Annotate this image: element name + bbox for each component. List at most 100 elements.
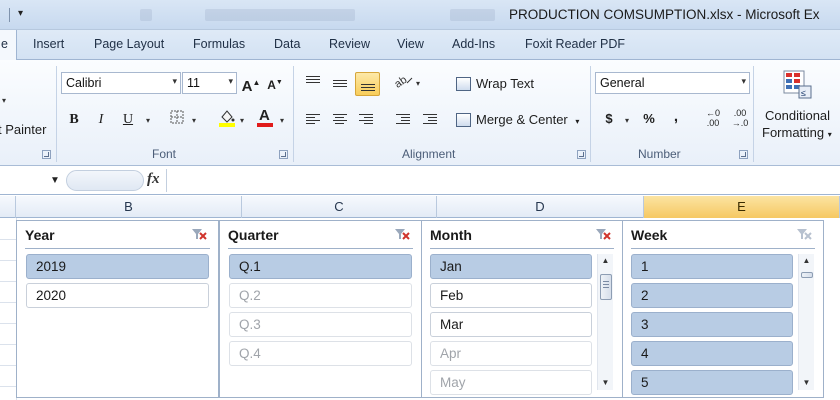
slicer-item[interactable]: 4 — [631, 341, 793, 366]
slicer-item[interactable]: Q.4 — [229, 341, 412, 366]
tab-home[interactable]: e — [0, 30, 17, 61]
column-header-a[interactable] — [0, 196, 16, 218]
align-center-button[interactable] — [329, 108, 351, 130]
slicer-divider — [631, 248, 815, 249]
tab-insert[interactable]: Insert — [33, 37, 64, 51]
percent-button[interactable]: % — [638, 108, 660, 130]
clear-filter-icon[interactable] — [796, 227, 812, 241]
chevron-down-icon: ▾ — [228, 76, 233, 86]
decrease-indent-button[interactable] — [392, 108, 414, 130]
wrap-text-button[interactable]: Wrap Text — [456, 76, 534, 91]
clipboard-launcher-icon[interactable] — [42, 150, 51, 159]
column-header-d[interactable]: D — [437, 196, 644, 218]
column-header-c[interactable]: C — [242, 196, 437, 218]
tab-view[interactable]: View — [397, 37, 424, 51]
scroll-up-icon[interactable]: ▲ — [598, 254, 613, 268]
orientation-button[interactable]: ab — [392, 72, 414, 94]
merge-center-button[interactable]: Merge & Center ▾ — [456, 112, 579, 127]
clear-filter-icon[interactable] — [595, 227, 611, 241]
slicer-item[interactable]: Mar — [430, 312, 592, 337]
shrink-font-button[interactable]: A▼ — [264, 72, 286, 94]
slicer-item[interactable]: 2 — [631, 283, 793, 308]
orientation-dropdown-icon[interactable]: ▾ — [416, 79, 420, 88]
clipboard-dropdown-icon[interactable]: ▾ — [2, 96, 6, 105]
fill-color-button[interactable] — [216, 107, 238, 129]
align-right-button[interactable] — [355, 108, 377, 130]
align-bottom-button[interactable] — [355, 72, 380, 96]
grow-font-button[interactable]: A▲ — [240, 72, 262, 95]
ghost-taskbar-title — [205, 9, 355, 21]
tab-formulas[interactable]: Formulas — [193, 37, 245, 51]
slicer-item[interactable]: Apr — [430, 341, 592, 366]
tab-page-layout[interactable]: Page Layout — [94, 37, 164, 51]
italic-button[interactable]: I — [90, 109, 112, 131]
font-color-button[interactable]: A — [254, 106, 276, 128]
tab-foxit-reader-pdf[interactable]: Foxit Reader PDF — [525, 37, 625, 51]
bold-button[interactable]: B — [63, 109, 85, 131]
slicer-item[interactable]: 1 — [631, 254, 793, 279]
chevron-down-icon: ▾ — [172, 76, 177, 86]
underline-dropdown-icon[interactable]: ▾ — [146, 116, 150, 125]
comma-style-button[interactable]: , — [665, 106, 687, 128]
borders-button[interactable] — [166, 109, 188, 131]
scrollbar-thumb[interactable] — [600, 274, 612, 300]
slicer-item[interactable]: 5 — [631, 370, 793, 395]
currency-dropdown-icon[interactable]: ▾ — [625, 116, 629, 125]
format-painter-button[interactable]: t Painter — [0, 122, 46, 137]
fill-color-dropdown-icon[interactable]: ▾ — [240, 116, 244, 125]
slicer-scrollbar[interactable]: ▲ ▼ — [597, 254, 613, 390]
clear-filter-icon[interactable] — [394, 227, 410, 241]
slicer-year[interactable]: Year 2019 2020 — [16, 220, 219, 398]
chevron-down-icon: ▾ — [827, 130, 832, 139]
slicer-item[interactable]: 2020 — [26, 283, 209, 308]
scroll-down-icon[interactable]: ▼ — [598, 376, 613, 390]
scrollbar-thumb[interactable] — [801, 272, 813, 278]
align-middle-icon — [333, 78, 347, 89]
underline-button[interactable]: U — [117, 109, 139, 131]
increase-decimal-button[interactable]: ←0.00 — [702, 108, 724, 130]
conditional-formatting-button[interactable]: ≤ Conditional Formatting ▾ — [758, 66, 840, 146]
column-header-b[interactable]: B — [16, 196, 242, 218]
font-color-dropdown-icon[interactable]: ▾ — [280, 116, 284, 125]
font-launcher-icon[interactable] — [279, 150, 288, 159]
conditional-formatting-icon: ≤ — [783, 70, 812, 99]
currency-button[interactable]: $ — [598, 108, 620, 130]
slicer-scrollbar[interactable]: ▲ ▼ — [798, 254, 814, 390]
scroll-down-icon[interactable]: ▼ — [799, 376, 814, 390]
slicer-quarter[interactable]: Quarter Q.1 Q.2 Q.3 Q.4 — [219, 220, 422, 398]
borders-dropdown-icon[interactable]: ▾ — [192, 116, 196, 125]
align-top-button[interactable] — [302, 70, 324, 92]
number-format-combo[interactable]: General ▾ — [595, 72, 750, 94]
slicer-item[interactable]: Q.3 — [229, 312, 412, 337]
slicer-week[interactable]: Week 1 2 3 4 5 ▲ ▼ — [622, 220, 824, 398]
formula-bar: ▼ fx — [0, 167, 840, 195]
decrease-decimal-button[interactable]: .00 →.0 — [729, 108, 751, 130]
slicer-item[interactable]: 3 — [631, 312, 793, 337]
slicer-item[interactable]: 2019 — [26, 254, 209, 279]
slicer-title: Year — [25, 227, 55, 243]
align-middle-button[interactable] — [329, 72, 351, 94]
tab-review[interactable]: Review — [329, 37, 370, 51]
font-name-combo[interactable]: Calibri ▾ — [61, 72, 181, 94]
slicer-item[interactable]: Q.2 — [229, 283, 412, 308]
column-header-e[interactable]: E — [644, 196, 840, 218]
tab-data[interactable]: Data — [274, 37, 300, 51]
increase-indent-button[interactable] — [419, 108, 441, 130]
font-size-combo[interactable]: 11 ▾ — [182, 72, 237, 94]
name-box-splitter[interactable] — [66, 170, 144, 191]
insert-function-button[interactable]: fx — [147, 171, 160, 188]
quick-access-dropdown-icon[interactable]: ▾ — [18, 8, 23, 19]
decrease-indent-icon — [396, 112, 410, 126]
number-launcher-icon[interactable] — [739, 150, 748, 159]
slicer-item[interactable]: Jan — [430, 254, 592, 279]
slicer-month[interactable]: Month Jan Feb Mar Apr May ▲ ▼ — [421, 220, 623, 398]
slicer-item[interactable]: Feb — [430, 283, 592, 308]
name-box-dropdown-icon[interactable]: ▼ — [50, 175, 60, 186]
alignment-launcher-icon[interactable] — [577, 150, 586, 159]
scroll-up-icon[interactable]: ▲ — [799, 254, 814, 268]
slicer-item[interactable]: Q.1 — [229, 254, 412, 279]
clear-filter-icon[interactable] — [191, 227, 207, 241]
align-left-button[interactable] — [302, 108, 324, 130]
tab-add-ins[interactable]: Add-Ins — [452, 37, 495, 51]
slicer-item[interactable]: May — [430, 370, 592, 395]
